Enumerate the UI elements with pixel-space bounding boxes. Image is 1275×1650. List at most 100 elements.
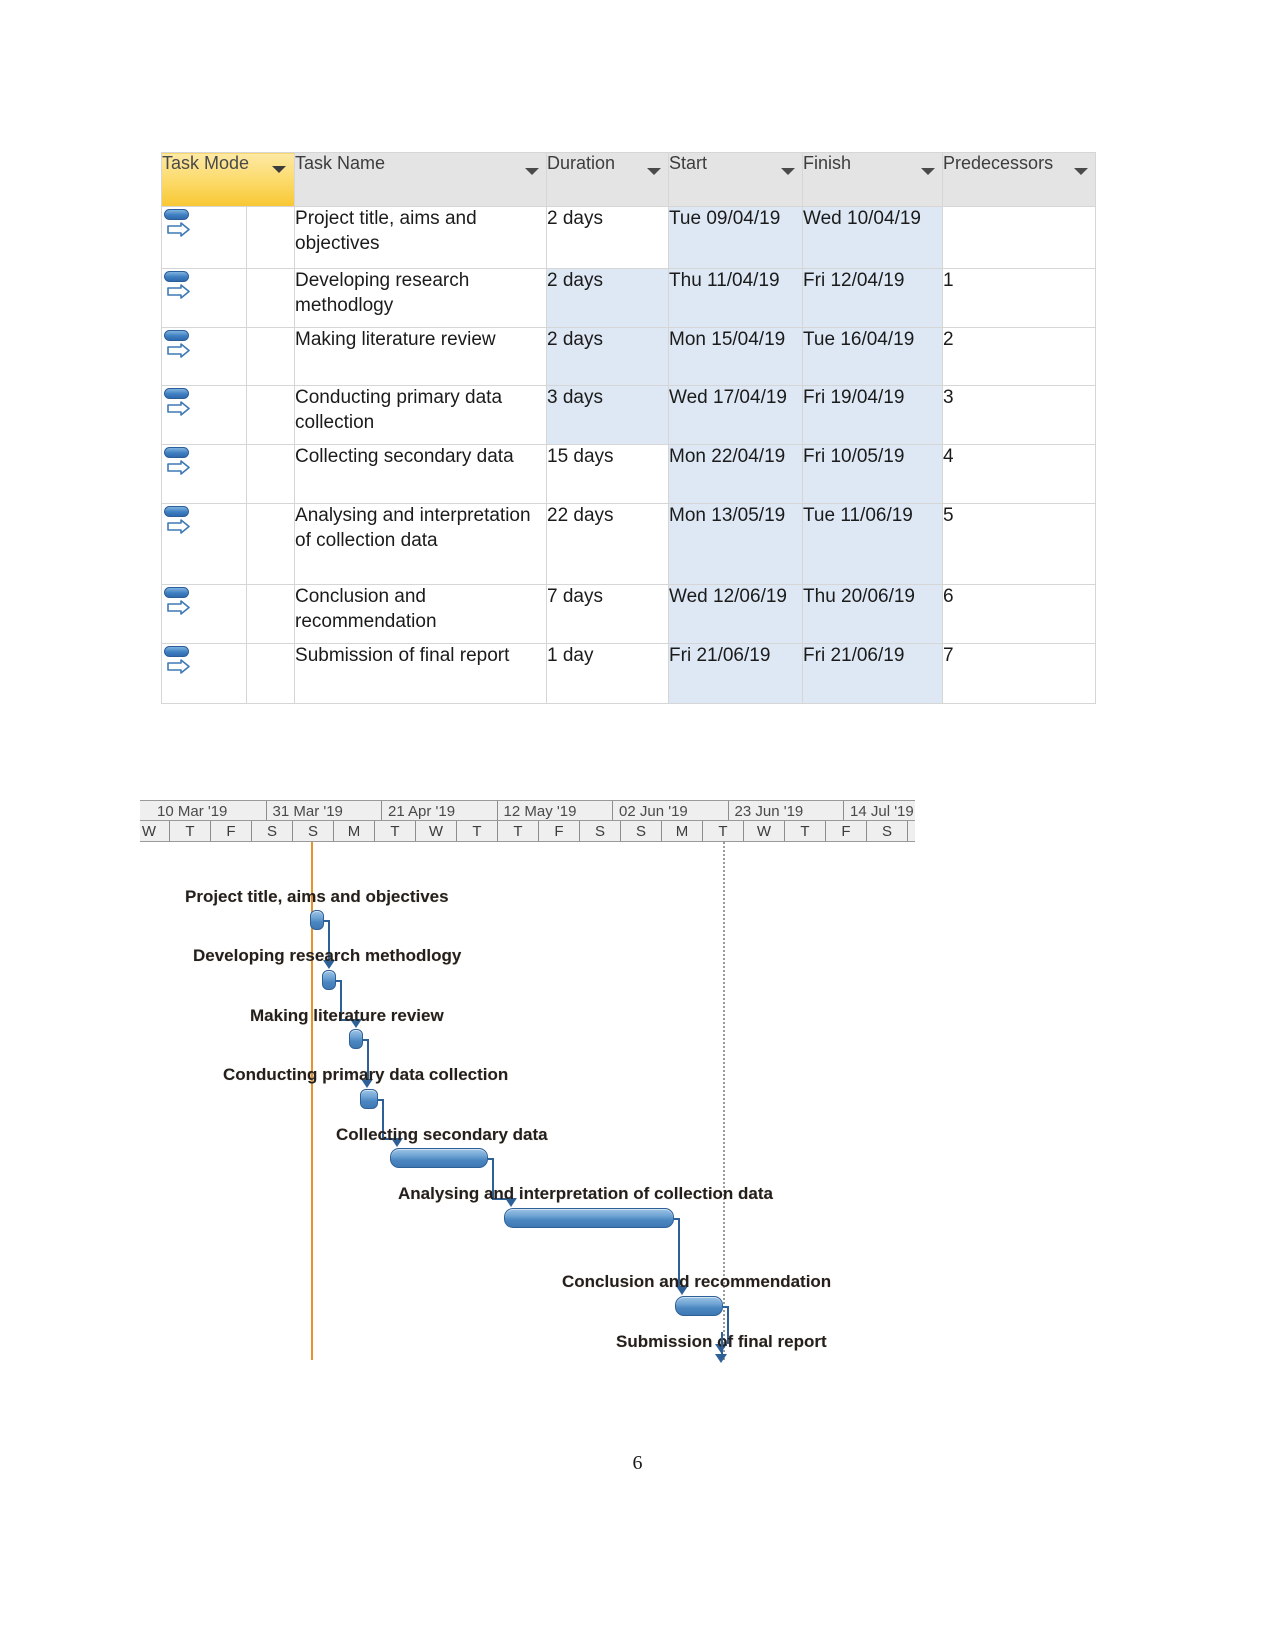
cell-task-mode[interactable] bbox=[161, 385, 247, 445]
cell-finish[interactable]: Fri 21/06/19 bbox=[802, 643, 944, 704]
cell-duration[interactable]: 22 days bbox=[546, 503, 670, 585]
cell-task-name[interactable]: Developing research methodlogy bbox=[294, 268, 548, 328]
cell-start[interactable]: Tue 09/04/19 bbox=[668, 206, 804, 269]
timescale-minor-tick: S bbox=[293, 821, 334, 841]
table-row[interactable]: Analysing and interpretation of collecti… bbox=[161, 503, 1097, 585]
chevron-down-icon[interactable] bbox=[647, 168, 662, 175]
gantt-timescale-major: 10 Mar '19 31 Mar '19 21 Apr '19 12 May '19… bbox=[140, 800, 915, 821]
cell-start[interactable]: Thu 11/04/19 bbox=[668, 268, 804, 328]
gantt-bar[interactable] bbox=[310, 910, 324, 930]
timescale-minor-tick: F bbox=[211, 821, 252, 841]
cell-predecessors[interactable]: 2 bbox=[942, 327, 1097, 386]
page-number: 6 bbox=[632, 1452, 643, 1474]
cell-duration[interactable]: 2 days bbox=[546, 206, 670, 269]
gantt-bar-label: Developing research methodlogy bbox=[193, 946, 462, 965]
table-row[interactable]: Developing research methodlogy 2 days Thu … bbox=[161, 268, 1097, 328]
cell-start[interactable]: Wed 12/06/19 bbox=[668, 584, 804, 644]
cell-start[interactable]: Mon 13/05/19 bbox=[668, 503, 804, 585]
cell-finish[interactable]: Wed 10/04/19 bbox=[802, 206, 944, 269]
cell-task-mode[interactable] bbox=[161, 268, 247, 328]
table-row[interactable]: Submission of final report 1 day Fri 21/06… bbox=[161, 643, 1097, 704]
cell-duration[interactable]: 7 days bbox=[546, 584, 670, 644]
cell-finish[interactable]: Fri 19/04/19 bbox=[802, 385, 944, 445]
cell-duration[interactable]: 2 days bbox=[546, 327, 670, 386]
cell-task-mode[interactable] bbox=[161, 503, 247, 585]
chevron-down-icon[interactable] bbox=[1074, 168, 1089, 175]
manually-scheduled-icon bbox=[162, 386, 196, 420]
gantt-bar[interactable] bbox=[322, 970, 336, 990]
cell-predecessors[interactable]: 4 bbox=[942, 444, 1097, 504]
timescale-major-tick: 12 May '19 bbox=[498, 801, 613, 820]
gantt-bar-label: Conclusion and recommendation bbox=[562, 1272, 832, 1291]
manually-scheduled-icon bbox=[162, 504, 196, 538]
gantt-bar-label: Analysing and interpretation of collecti… bbox=[398, 1184, 773, 1203]
cell-predecessors[interactable]: 5 bbox=[942, 503, 1097, 585]
cell-predecessors[interactable]: 7 bbox=[942, 643, 1097, 704]
column-header-start[interactable]: Start bbox=[668, 152, 804, 207]
column-header-task-mode[interactable]: Task Mode bbox=[160, 152, 296, 207]
timescale-minor-tick: S bbox=[621, 821, 662, 841]
column-header-duration[interactable]: Duration bbox=[546, 152, 670, 207]
gantt-bar[interactable] bbox=[390, 1148, 488, 1168]
cell-predecessors[interactable] bbox=[942, 206, 1097, 269]
column-header-predecessors-label: Predecessors bbox=[943, 153, 1054, 173]
gantt-bar-label: Project title, aims and objectives bbox=[185, 887, 449, 906]
cell-predecessors[interactable]: 3 bbox=[942, 385, 1097, 445]
cell-start[interactable]: Wed 17/04/19 bbox=[668, 385, 804, 445]
gantt-bar-label: Conducting primary data collection bbox=[223, 1065, 509, 1084]
cell-finish[interactable]: Thu 20/06/19 bbox=[802, 584, 944, 644]
timescale-minor-tick: T bbox=[498, 821, 539, 841]
table-row[interactable]: Making literature review 2 days Mon 15/04/… bbox=[161, 327, 1097, 386]
cell-start[interactable]: Fri 21/06/19 bbox=[668, 643, 804, 704]
chevron-down-icon[interactable] bbox=[525, 168, 540, 175]
gantt-timescale-minor: WTFSSMTWTTFSSMTWTFS bbox=[140, 821, 915, 842]
cell-duration[interactable]: 1 day bbox=[546, 643, 670, 704]
cell-task-name[interactable]: Project title, aims and objectives bbox=[294, 206, 548, 269]
cell-task-mode[interactable] bbox=[161, 206, 247, 269]
timescale-minor-tick: W bbox=[416, 821, 457, 841]
gantt-bar[interactable] bbox=[349, 1029, 363, 1049]
cell-start[interactable]: Mon 15/04/19 bbox=[668, 327, 804, 386]
table-row[interactable]: Conducting primary data collection 3 days… bbox=[161, 385, 1097, 445]
cell-indent-spacer bbox=[245, 327, 296, 386]
cell-finish[interactable]: Fri 12/04/19 bbox=[802, 268, 944, 328]
cell-duration[interactable]: 15 days bbox=[546, 444, 670, 504]
cell-start[interactable]: Mon 22/04/19 bbox=[668, 444, 804, 504]
table-row[interactable]: Conclusion and recommendation 7 days Wed 1… bbox=[161, 584, 1097, 644]
cell-finish[interactable]: Fri 10/05/19 bbox=[802, 444, 944, 504]
cell-predecessors[interactable]: 1 bbox=[942, 268, 1097, 328]
cell-task-name[interactable]: Conducting primary data collection bbox=[294, 385, 548, 445]
column-header-finish[interactable]: Finish bbox=[802, 152, 944, 207]
timescale-minor-tick: W bbox=[140, 821, 170, 841]
cell-task-name[interactable]: Conclusion and recommendation bbox=[294, 584, 548, 644]
chevron-down-icon[interactable] bbox=[272, 166, 287, 173]
cell-task-mode[interactable] bbox=[161, 444, 247, 504]
cell-task-name[interactable]: Submission of final report bbox=[294, 643, 548, 704]
chevron-down-icon[interactable] bbox=[921, 168, 936, 175]
cell-indent-spacer bbox=[245, 385, 296, 445]
cell-task-mode[interactable] bbox=[161, 327, 247, 386]
cell-task-name[interactable]: Making literature review bbox=[294, 327, 548, 386]
timescale-minor-tick: T bbox=[457, 821, 498, 841]
cell-predecessors[interactable]: 6 bbox=[942, 584, 1097, 644]
column-header-predecessors[interactable]: Predecessors bbox=[942, 152, 1097, 207]
cell-duration[interactable]: 3 days bbox=[546, 385, 670, 445]
timescale-minor-tick: W bbox=[744, 821, 785, 841]
gantt-plot-area: Project title, aims and objectives Develo… bbox=[140, 842, 915, 1363]
cell-task-name[interactable]: Collecting secondary data bbox=[294, 444, 548, 504]
column-header-task-name[interactable]: Task Name bbox=[294, 152, 548, 207]
chevron-down-icon[interactable] bbox=[781, 168, 796, 175]
cell-task-mode[interactable] bbox=[161, 643, 247, 704]
cell-task-name[interactable]: Analysing and interpretation of collecti… bbox=[294, 503, 548, 585]
gantt-bar[interactable] bbox=[675, 1296, 723, 1316]
cell-indent-spacer bbox=[245, 584, 296, 644]
table-row[interactable]: Collecting secondary data 15 days Mon 22/0… bbox=[161, 444, 1097, 504]
cell-duration[interactable]: 2 days bbox=[546, 268, 670, 328]
gantt-bar[interactable] bbox=[360, 1089, 378, 1109]
cell-task-mode[interactable] bbox=[161, 584, 247, 644]
cell-finish[interactable]: Tue 11/06/19 bbox=[802, 503, 944, 585]
cell-finish[interactable]: Tue 16/04/19 bbox=[802, 327, 944, 386]
timescale-minor-tick: F bbox=[539, 821, 580, 841]
gantt-bar[interactable] bbox=[504, 1208, 674, 1228]
table-row[interactable]: Project title, aims and objectives 2 days… bbox=[161, 206, 1097, 269]
